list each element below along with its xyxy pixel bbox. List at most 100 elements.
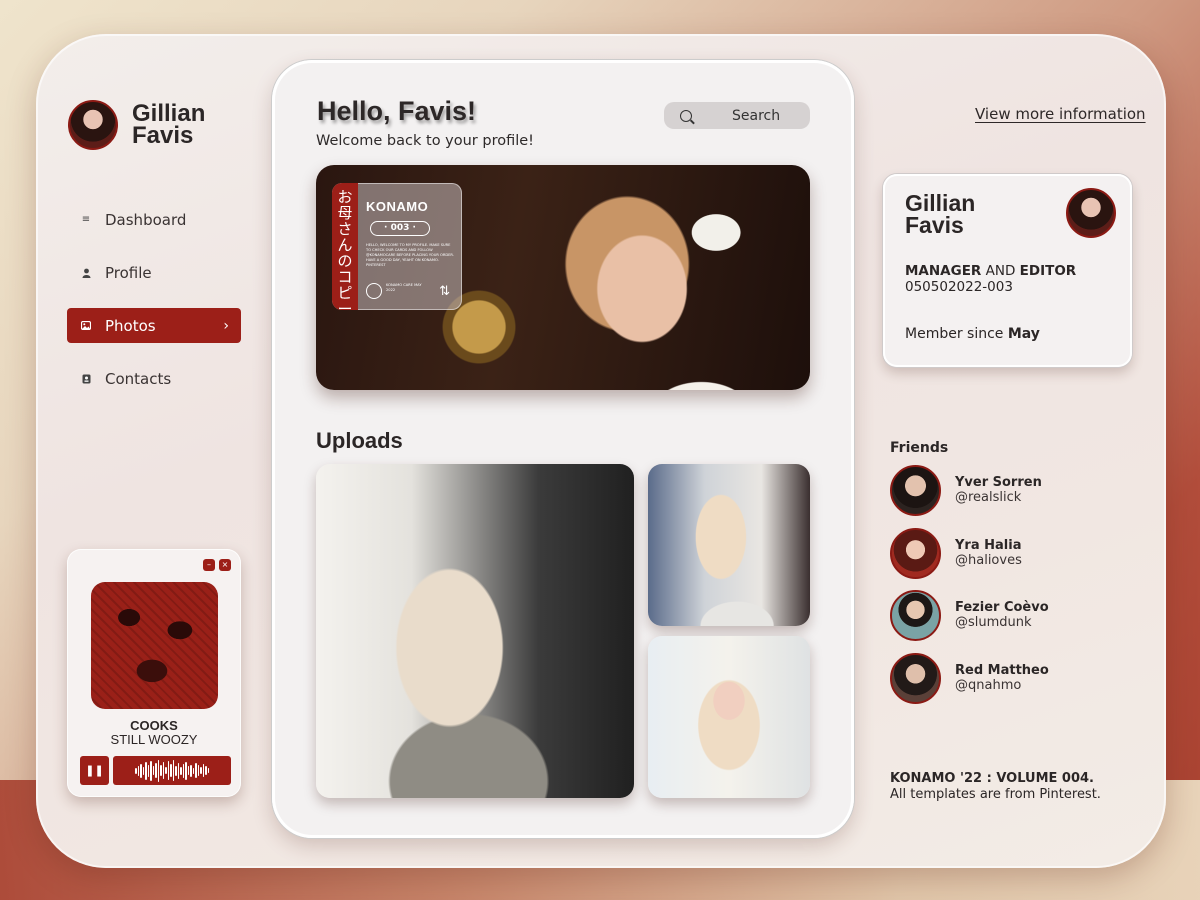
friend-name: Red Mattheo	[955, 663, 1049, 678]
search-bar[interactable]: Search	[664, 102, 810, 129]
sidebar-item-profile[interactable]: Profile	[67, 255, 241, 290]
track-artist: STILL WOOZY	[110, 732, 198, 747]
waveform-bar	[200, 767, 202, 774]
seal-icon	[366, 283, 382, 299]
friend-avatar	[890, 590, 941, 641]
minimize-button[interactable]: –	[203, 559, 215, 571]
tag-title: KONAMO	[366, 199, 429, 214]
waveform-bar	[170, 764, 172, 777]
contacts-icon	[81, 374, 91, 384]
waveform-bar	[160, 765, 162, 776]
close-button[interactable]: ×	[219, 559, 231, 571]
upload-photo-small-top[interactable]	[648, 464, 810, 626]
search-icon	[680, 109, 692, 122]
page-title: Hello, Favis!	[317, 96, 477, 126]
waveform-bar	[175, 765, 177, 776]
tag-number: · 003 ·	[370, 221, 430, 236]
waveform-bar	[182, 763, 184, 778]
waveform-bar	[205, 766, 207, 775]
friend-item[interactable]: Yver Sorren @realslick	[890, 465, 1042, 516]
waveform-bar	[135, 767, 137, 774]
sidebar-item-dashboard[interactable]: ≡ Dashboard	[67, 202, 241, 237]
waveform-bar	[165, 767, 167, 774]
friend-handle: @realslick	[955, 490, 1022, 505]
waveform-bar	[167, 761, 169, 780]
welcome-text: Welcome back to your profile!	[316, 133, 534, 149]
sidebar-item-photos[interactable]: Photos ›	[67, 308, 241, 343]
sidebar-item-label: Dashboard	[105, 210, 187, 229]
waveform-bar	[152, 766, 154, 775]
waveform-bar	[192, 767, 194, 774]
waveform-bar	[140, 763, 142, 778]
waveform-scrubber[interactable]	[113, 756, 231, 785]
friend-handle: @slumdunk	[955, 615, 1032, 630]
since-value: May	[1007, 326, 1040, 342]
friend-item[interactable]: Red Mattheo @qnahmo	[890, 653, 1049, 704]
waveform-bar	[162, 762, 164, 779]
sidebar-item-contacts[interactable]: Contacts	[67, 361, 241, 396]
friend-item[interactable]: Yra Halia @halioves	[890, 528, 1022, 579]
pause-icon: ❚❚	[85, 764, 104, 777]
tag-body-text: HELLO, WELCOME TO MY PROFILE. MAKE SURE …	[366, 243, 454, 267]
track-info: COOKS STILL WOOZY	[67, 719, 241, 747]
upload-photo-small-bottom[interactable]	[648, 636, 810, 798]
image-icon	[81, 321, 91, 331]
role-secondary: EDITOR	[1019, 263, 1077, 279]
friend-avatar	[890, 653, 941, 704]
pause-button[interactable]: ❚❚	[80, 756, 109, 785]
waveform-bar	[145, 761, 147, 780]
waveform-bar	[195, 763, 197, 778]
search-label: Search	[732, 107, 781, 124]
waveform-bar	[155, 763, 157, 778]
tag-side-text: お母さんのコピー	[332, 183, 358, 317]
member-since: Member since May	[905, 326, 1040, 342]
footer-title: KONAMO '22 : VOLUME 004.	[890, 771, 1094, 786]
waveform-bar	[150, 760, 152, 781]
waveform-bar	[142, 766, 144, 775]
waveform-bar	[177, 762, 179, 779]
friend-name: Fezier Coèvo	[955, 600, 1049, 615]
friend-name: Yver Sorren	[955, 475, 1042, 490]
user-name: Gillian Favis	[132, 100, 206, 149]
chevron-right-icon: ›	[223, 317, 229, 334]
konamo-card-tag: お母さんのコピー KONAMO · 003 · HELLO, WELCOME T…	[332, 183, 462, 317]
view-more-link[interactable]: View more information	[975, 105, 1146, 123]
waveform-bar	[197, 765, 199, 776]
friend-name: Yra Halia	[955, 538, 1022, 553]
footer-note: KONAMO '22 : VOLUME 004. All templates a…	[890, 771, 1101, 803]
waveform-bar	[207, 768, 209, 773]
footer-text: All templates are from Pinterest.	[890, 787, 1101, 802]
album-art	[91, 582, 218, 709]
sidebar-nav: ≡ Dashboard Profile Photos › Contacts	[67, 202, 241, 414]
sidebar-item-label: Contacts	[105, 369, 172, 388]
waveform-bar	[137, 765, 139, 776]
uploads-heading: Uploads	[316, 428, 403, 453]
friend-item[interactable]: Fezier Coèvo @slumdunk	[890, 590, 1049, 641]
card-role: MANAGER AND EDITOR 050502022-003	[905, 263, 1076, 295]
sidebar-item-label: Profile	[105, 263, 152, 282]
profile-card: Gillian Favis MANAGER AND EDITOR 0505020…	[883, 174, 1132, 367]
upload-photo-large[interactable]	[316, 464, 634, 798]
waveform-bar	[147, 764, 149, 777]
waveform-bar	[202, 764, 204, 777]
user-avatar[interactable]	[68, 100, 118, 150]
since-label: Member since	[905, 326, 1004, 342]
player-window-buttons: – ×	[203, 559, 231, 571]
waveform-bar	[190, 764, 192, 777]
waveform-bar	[187, 766, 189, 775]
friend-handle: @qnahmo	[955, 678, 1022, 693]
role-primary: MANAGER	[905, 263, 982, 279]
user-header: Gillian Favis	[68, 100, 222, 150]
friends-heading: Friends	[890, 440, 949, 456]
friend-avatar	[890, 528, 941, 579]
card-avatar[interactable]	[1066, 188, 1116, 238]
sidebar-item-label: Photos	[105, 316, 156, 335]
waveform-bar	[157, 759, 159, 782]
person-icon	[81, 268, 91, 278]
music-player: – × COOKS STILL WOOZY ❚❚	[67, 549, 241, 797]
waveform-bar	[172, 760, 174, 781]
player-controls: ❚❚	[80, 756, 231, 785]
waveform-bar	[180, 766, 182, 775]
waveform-bar	[185, 761, 187, 780]
friend-handle: @halioves	[955, 553, 1022, 568]
